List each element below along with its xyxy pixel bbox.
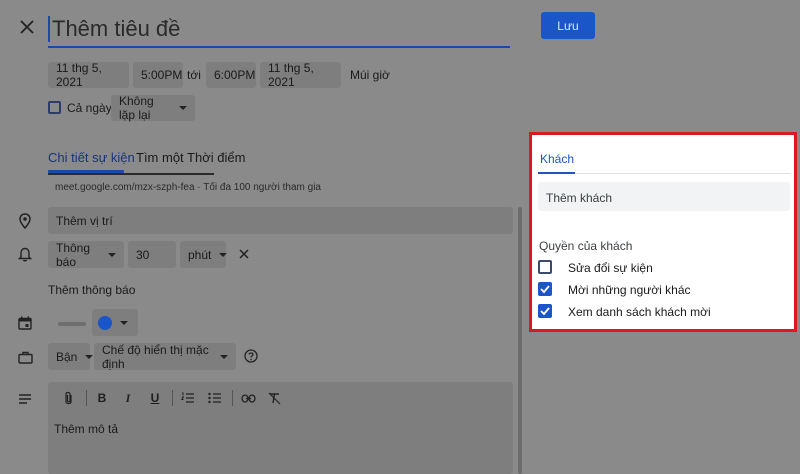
description-icon: [16, 390, 34, 408]
checkmark-icon: [540, 307, 550, 316]
all-day-label: Cả ngày: [67, 101, 112, 115]
availability-value: Bận: [56, 349, 78, 364]
permission-see-guest-list[interactable]: Xem danh sách khách mời: [538, 304, 758, 320]
chevron-down-icon: [179, 106, 187, 110]
permission-invite-others[interactable]: Mời những người khác: [538, 282, 738, 298]
location-pin-icon: [16, 212, 34, 230]
repeat-value: Không lặp lại: [119, 94, 154, 122]
add-notification-link[interactable]: Thêm thông báo: [48, 283, 135, 297]
to-label: tới: [187, 68, 201, 82]
description-toolbar: B I U: [48, 382, 513, 414]
notification-type-value: Thông báo: [56, 240, 91, 269]
checkmark-icon: [540, 285, 550, 294]
bold-icon[interactable]: B: [94, 390, 110, 406]
end-date-field[interactable]: 11 thg 5, 2021: [260, 61, 341, 89]
end-time-field[interactable]: 6:00PM: [206, 62, 256, 88]
start-date-value: 11 thg 5, 2021: [56, 61, 102, 89]
see-guest-list-checkbox[interactable]: [538, 304, 552, 318]
see-guest-list-label: Xem danh sách khách mời: [568, 305, 711, 319]
toolbar-divider: [86, 390, 87, 406]
numbered-list-icon[interactable]: [180, 390, 196, 406]
start-time-field[interactable]: 5:00PM: [133, 62, 183, 88]
visibility-dropdown[interactable]: Chế độ hiển thị mặc định: [94, 342, 236, 371]
underline-icon[interactable]: U: [147, 390, 163, 406]
tab-event-details[interactable]: Chi tiết sự kiện: [48, 150, 135, 165]
bell-icon: [16, 245, 34, 263]
description-editor[interactable]: B I U Thêm mô tả: [48, 382, 513, 474]
invite-others-checkbox[interactable]: [538, 282, 552, 296]
title-placeholder: Thêm tiêu đề: [48, 16, 180, 42]
event-color-dropdown[interactable]: [92, 309, 138, 336]
calendar-selector[interactable]: [58, 322, 86, 326]
invite-others-label: Mời những người khác: [568, 283, 691, 297]
modify-event-checkbox[interactable]: [538, 260, 552, 274]
title-input[interactable]: Thêm tiêu đề: [48, 14, 510, 48]
availability-dropdown[interactable]: Bận: [48, 343, 94, 370]
add-guests-input[interactable]: Thêm khách: [538, 182, 790, 211]
clear-formatting-icon[interactable]: [267, 390, 283, 406]
italic-icon[interactable]: I: [120, 390, 136, 406]
location-input[interactable]: Thêm vị trí: [48, 207, 513, 234]
end-time-value: 6:00PM: [214, 68, 256, 82]
tab-find-time[interactable]: Tìm một Thời điểm: [136, 150, 245, 165]
end-date-value: 11 thg 5, 2021: [268, 61, 314, 89]
notification-unit-value: phút: [188, 247, 212, 262]
bulleted-list-icon[interactable]: [207, 390, 223, 406]
calendar-icon: [16, 314, 34, 332]
chevron-down-icon: [220, 354, 228, 359]
modify-event-label: Sửa đổi sự kiện: [568, 261, 653, 275]
chevron-down-icon: [219, 252, 228, 257]
permissions-title: Quyền của khách: [539, 239, 633, 253]
notification-unit-dropdown[interactable]: phút: [180, 241, 228, 268]
description-placeholder: Thêm mô tả: [54, 422, 119, 436]
meet-info: meet.google.com/mzx-szph-fea · Tối đa 10…: [55, 182, 321, 193]
toolbar-divider: [172, 390, 173, 406]
event-color-swatch: [98, 315, 112, 330]
guests-tab-divider: [575, 173, 791, 174]
repeat-dropdown[interactable]: Không lặp lại: [111, 94, 195, 122]
location-placeholder: Thêm vị trí: [56, 213, 113, 228]
tab-divider: [48, 173, 214, 175]
remove-notification-icon[interactable]: [236, 246, 252, 262]
start-time-value: 5:00PM: [141, 68, 183, 82]
notification-amount-input[interactable]: 30: [128, 241, 176, 268]
permission-modify-event[interactable]: Sửa đổi sự kiện: [538, 260, 738, 276]
help-icon[interactable]: [243, 348, 259, 364]
notification-type-dropdown[interactable]: Thông báo: [48, 240, 124, 269]
attachment-icon[interactable]: [60, 390, 76, 406]
guests-tab[interactable]: Khách: [540, 152, 574, 166]
chevron-down-icon: [120, 320, 128, 325]
close-icon[interactable]: [16, 16, 38, 38]
scrollbar[interactable]: [518, 207, 522, 474]
chevron-down-icon: [85, 354, 94, 359]
guests-panel: Khách Thêm khách Quyền của khách Sửa đổi…: [529, 132, 797, 332]
notification-amount-value: 30: [136, 247, 150, 262]
save-button[interactable]: Lưu: [541, 12, 595, 39]
toolbar-divider: [232, 390, 233, 406]
timezone-link[interactable]: Múi giờ: [350, 68, 390, 82]
guests-tab-underline: [538, 172, 575, 174]
chevron-down-icon: [108, 252, 116, 257]
save-label: Lưu: [557, 18, 579, 33]
start-date-field[interactable]: 11 thg 5, 2021: [48, 61, 129, 89]
visibility-value: Chế độ hiển thị mặc định: [102, 342, 209, 371]
briefcase-icon: [16, 348, 34, 366]
add-guests-placeholder: Thêm khách: [546, 191, 613, 205]
all-day-checkbox[interactable]: [48, 101, 61, 114]
link-icon[interactable]: [240, 390, 256, 406]
